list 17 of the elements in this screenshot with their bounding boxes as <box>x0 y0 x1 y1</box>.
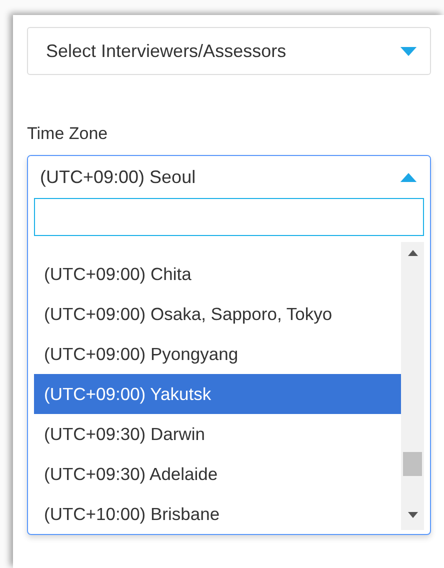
interviewers-dropdown[interactable]: Select Interviewers/Assessors <box>27 27 431 75</box>
list-option[interactable]: (UTC+10:00) Brisbane <box>34 494 401 530</box>
field-label: Time Zone <box>27 123 109 145</box>
scrollbar-thumb[interactable] <box>403 452 422 476</box>
time-zone-dropdown[interactable]: (UTC+09:00) Seoul <box>28 156 430 198</box>
scroll-up-icon[interactable] <box>408 250 418 256</box>
search-field[interactable] <box>34 198 424 236</box>
list-option[interactable]: (UTC+09:00) Osaka, Sapporo, Tokyo <box>34 294 401 334</box>
caret-icon <box>400 172 417 182</box>
scrollbar[interactable] <box>401 242 424 530</box>
list-option[interactable]: (UTC+09:30) Adelaide <box>34 454 401 494</box>
list-option[interactable]: (UTC+09:00) Chita <box>34 254 401 294</box>
list-option[interactable]: (UTC+09:00) Pyongyang <box>34 334 401 374</box>
list-option[interactable]: (UTC+09:00) Yakutsk <box>34 374 401 414</box>
scroll-down-icon[interactable] <box>408 512 418 518</box>
list-option[interactable]: (UTC+09:30) Darwin <box>34 414 401 454</box>
caret-icon <box>400 46 417 56</box>
